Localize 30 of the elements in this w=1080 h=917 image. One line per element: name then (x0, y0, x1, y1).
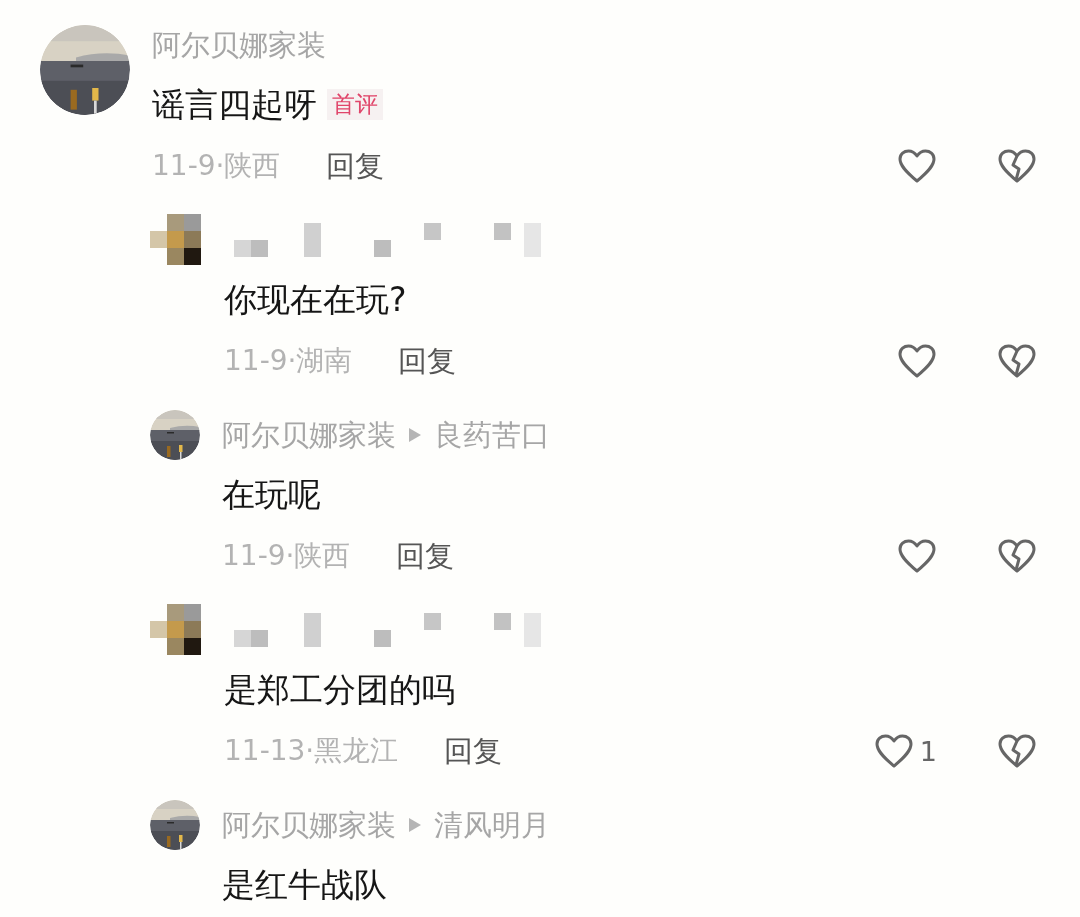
author-name[interactable]: 阿尔贝娜家装 (222, 810, 396, 840)
date-location: 11-13·黑龙江 (224, 737, 399, 765)
like-count: 1 (919, 737, 937, 765)
author-name[interactable]: 阿尔贝娜家装 (152, 30, 326, 60)
heart-icon[interactable] (897, 538, 937, 574)
date-location: 11-9·陕西 (152, 152, 281, 180)
broken-heart-icon[interactable] (997, 733, 1037, 769)
comment-text: 是郑工分团的吗 (224, 672, 455, 706)
reply-to-name[interactable]: 良药苦口 (434, 420, 550, 450)
comment-text: 你现在在玩? (224, 282, 407, 316)
date-location: 11-9·陕西 (222, 542, 351, 570)
heart-icon[interactable] (897, 148, 937, 184)
reply-link[interactable]: 回复 (396, 541, 455, 571)
comment-text: 在玩呢 (222, 477, 321, 511)
first-comment-tag: 首评 (327, 88, 383, 120)
reply-to-name[interactable]: 清风明月 (434, 810, 550, 840)
heart-icon[interactable] (873, 733, 914, 769)
reply-link[interactable]: 回复 (326, 151, 385, 181)
triangle-icon (408, 427, 422, 443)
heart-icon[interactable] (897, 343, 937, 379)
comment-text: 是红牛战队 (222, 867, 387, 901)
reply-link[interactable]: 回复 (398, 346, 457, 376)
reply-link[interactable]: 回复 (444, 736, 503, 766)
author-name[interactable]: 阿尔贝娜家装 (222, 420, 396, 450)
broken-heart-icon[interactable] (997, 538, 1037, 574)
broken-heart-icon[interactable] (997, 148, 1037, 184)
broken-heart-icon[interactable] (997, 343, 1037, 379)
triangle-icon (408, 817, 422, 833)
comment-text: 谣言四起呀 (152, 87, 317, 121)
date-location: 11-9·湖南 (224, 347, 353, 375)
